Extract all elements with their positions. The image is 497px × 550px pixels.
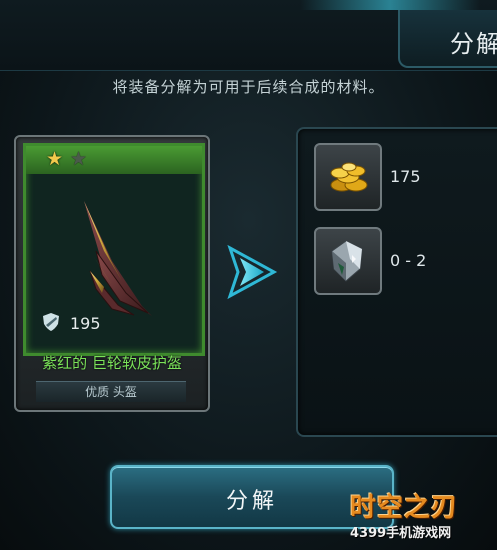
game-logo-watermark: 时空之刃: [350, 493, 459, 523]
armor-shield-icon: [43, 313, 59, 331]
result-slot-crystal[interactable]: [314, 227, 382, 295]
result-panel: 175 0 - 2: [296, 127, 497, 437]
star-empty-icon: ★: [70, 148, 88, 170]
gold-amount: 175: [390, 167, 421, 186]
helmet-item-icon: [84, 201, 152, 316]
crystal-amount: 0 - 2: [390, 251, 427, 270]
description-text: 将装备分解为可用于后续合成的材料。: [112, 78, 385, 96]
result-slot-gold[interactable]: [314, 143, 382, 211]
item-quality-type: 优质 头盔: [36, 381, 186, 402]
gold-coins-icon: [330, 162, 368, 192]
item-card-frame: ★ ★ 195: [23, 143, 205, 356]
item-card-header: ★ ★: [26, 146, 202, 174]
top-glow-decoration: [300, 0, 480, 10]
armor-value: 195: [70, 314, 101, 333]
item-name: 紫红的 巨轮软皮护盔: [42, 354, 182, 372]
crystal-shard-icon: [331, 240, 363, 282]
arrow-right-icon: [227, 244, 278, 300]
star-filled-icon: ★: [46, 148, 64, 170]
site-watermark: 4399手机游戏网: [350, 526, 452, 541]
item-card[interactable]: ★ ★ 195 紫红的 巨轮软皮护盔 优质 头盔: [14, 135, 210, 412]
page-title: 分解: [450, 30, 497, 58]
